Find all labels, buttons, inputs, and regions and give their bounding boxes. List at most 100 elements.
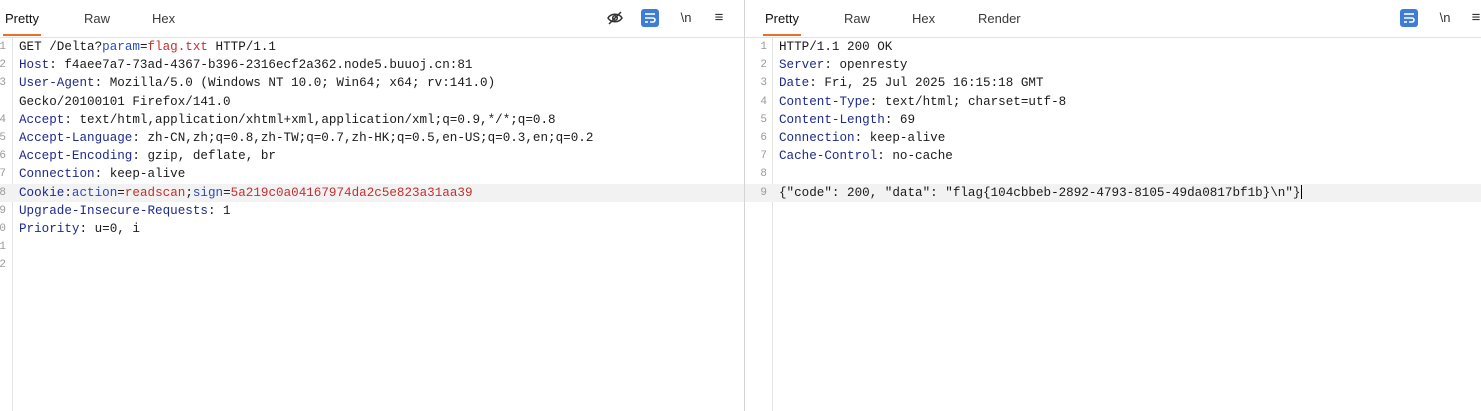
request-line-text: Accept-Language: zh-CN,zh;q=0.8,zh-TW;q=… <box>19 129 593 147</box>
response-lines: 1 HTTP/1.1 200 OK 2 Server: openresty 3 Date:… <box>745 38 1481 202</box>
request-text-segment: : Mozilla/5.0 (Windows NT 10.0; Win64; x… <box>94 76 496 91</box>
request-text-segment: : gzip, deflate, br <box>132 149 276 164</box>
request-line-text: Upgrade-Insecure-Requests: 1 <box>19 202 231 220</box>
response-line[interactable]: 6 Connection: keep-alive <box>745 129 1481 147</box>
response-text-segment: : 69 <box>884 112 916 127</box>
request-param-value: flag.txt <box>147 40 208 54</box>
request-text-segment: : zh-CN,zh;q=0.8,zh-TW;q=0.7,zh-HK;q=0.5… <box>132 130 594 145</box>
response-text-segment: {"code": 200, "data": "flag{104cbbeb-289… <box>779 185 1301 200</box>
response-line-number: 3 <box>760 77 767 90</box>
response-wrap-lines-icon[interactable] <box>1400 9 1418 27</box>
request-line-number: 9 <box>0 204 6 217</box>
response-menu-icon[interactable]: ≡ <box>1470 9 1481 27</box>
request-header-name: Connection <box>19 167 95 182</box>
hide-nonprintable-icon[interactable] <box>606 9 624 27</box>
response-newline-toggle[interactable]: \n <box>1437 9 1453 27</box>
response-line[interactable]: 3 Date: Fri, 25 Jul 2025 16:15:18 GMT <box>745 74 1481 92</box>
request-header-name: Accept-Encoding <box>19 149 133 164</box>
request-line[interactable]: 3 User-Agent: Mozilla/5.0 (Windows NT 10.… <box>0 74 744 92</box>
request-newline-toggle[interactable]: \n <box>678 9 694 27</box>
response-line[interactable]: 8 <box>745 165 1481 183</box>
response-line-number: 5 <box>760 113 767 126</box>
request-line[interactable]: 6 Accept-Encoding: gzip, deflate, br <box>0 147 744 165</box>
request-line-text: Gecko/20100101 Firefox/141.0 <box>19 93 231 111</box>
response-line[interactable]: 5 Content-Length: 69 <box>745 111 1481 129</box>
request-line[interactable]: 2 Host: f4aee7a7-73ad-4367-b396-2316ecf2a… <box>0 56 744 74</box>
request-header-name: Accept-Language <box>19 130 133 145</box>
request-tab-bar: Pretty Raw Hex \n ≡ <box>0 0 744 38</box>
request-line[interactable]: Gecko/20100101 Firefox/141.0 <box>0 93 744 111</box>
request-line-number: 2 <box>0 259 6 272</box>
request-tab-pretty[interactable]: Pretty <box>3 0 41 36</box>
request-line-text: Accept-Encoding: gzip, deflate, br <box>19 147 276 165</box>
response-text-segment: : openresty <box>824 58 908 73</box>
request-tab-raw[interactable]: Raw <box>84 0 110 36</box>
response-line-number: 2 <box>760 59 767 72</box>
request-line[interactable]: 0 Priority: u=0, i <box>0 220 744 238</box>
request-line[interactable]: 1 GET /Delta?param=flag.txt HTTP/1.1 <box>0 38 744 56</box>
response-header-name: Content-Length <box>779 112 885 127</box>
request-text-segment: = <box>139 40 148 54</box>
request-line[interactable]: 1 <box>0 238 744 256</box>
request-text-segment: = <box>223 185 231 200</box>
request-editor[interactable]: 1 GET /Delta?param=flag.txt HTTP/1.1 2 Host… <box>0 37 744 411</box>
request-line[interactable]: 9 Upgrade-Insecure-Requests: 1 <box>0 202 744 220</box>
request-line-number: 3 <box>0 77 6 90</box>
request-line-number: 0 <box>0 222 6 235</box>
response-line[interactable]: 9 {"code": 200, "data": "flag{104cbbeb-28… <box>745 183 1481 202</box>
response-tab-hex[interactable]: Hex <box>912 0 935 36</box>
response-line-text: Cache-Control: no-cache <box>779 147 953 165</box>
response-tab-raw[interactable]: Raw <box>844 0 870 36</box>
request-menu-icon[interactable]: ≡ <box>712 9 726 27</box>
request-text-segment: : text/html,application/xhtml+xml,applic… <box>64 112 556 127</box>
response-text-segment: : keep-alive <box>854 130 946 145</box>
response-line-text: HTTP/1.1 200 OK <box>779 38 892 56</box>
response-line-text: Content-Type: text/html; charset=utf-8 <box>779 93 1066 111</box>
response-header-name: Server <box>779 58 825 73</box>
request-line-number: 4 <box>0 113 6 126</box>
response-line[interactable]: 2 Server: openresty <box>745 56 1481 74</box>
request-text-segment: : 1 <box>207 203 231 218</box>
request-line-text: Accept: text/html,application/xhtml+xml,… <box>19 111 556 129</box>
request-line-text: Host: f4aee7a7-73ad-4367-b396-2316ecf2a3… <box>19 56 472 74</box>
response-tab-render[interactable]: Render <box>978 0 1021 36</box>
request-line[interactable]: 7 Connection: keep-alive <box>0 165 744 186</box>
request-line[interactable]: 2 <box>0 256 744 274</box>
request-line-text: Connection: keep-alive <box>19 165 186 186</box>
response-line[interactable]: 7 Cache-Control: no-cache <box>745 147 1481 165</box>
request-line-number: 8 <box>0 186 6 199</box>
response-line[interactable]: 1 HTTP/1.1 200 OK <box>745 38 1481 56</box>
response-header-name: Content-Type <box>779 94 870 109</box>
request-line[interactable]: 5 Accept-Language: zh-CN,zh;q=0.8,zh-TW;q… <box>0 129 744 147</box>
response-text-segment: : Fri, 25 Jul 2025 16:15:18 GMT <box>809 76 1044 91</box>
request-line-text: Priority: u=0, i <box>19 220 140 238</box>
response-line[interactable]: 4 Content-Type: text/html; charset=utf-8 <box>745 93 1481 111</box>
request-tab-hex[interactable]: Hex <box>152 0 175 36</box>
request-line[interactable]: 4 Accept: text/html,application/xhtml+xml… <box>0 111 744 129</box>
response-text-cursor <box>1301 185 1303 200</box>
response-line-text: Content-Length: 69 <box>779 111 915 129</box>
response-editor[interactable]: 1 HTTP/1.1 200 OK 2 Server: openresty 3 Date:… <box>745 37 1481 411</box>
request-line-text: User-Agent: Mozilla/5.0 (Windows NT 10.0… <box>19 74 495 92</box>
request-line-number: 1 <box>0 241 6 254</box>
response-text-segment: : no-cache <box>877 149 953 164</box>
response-header-name: Connection <box>779 130 855 145</box>
request-param-name: param <box>102 40 140 54</box>
response-header-name: Date <box>779 76 810 91</box>
request-wrap-lines-icon[interactable] <box>641 9 659 27</box>
request-header-name: Host <box>19 58 50 73</box>
request-text-segment: ; <box>185 185 193 200</box>
response-pane: Pretty Raw Hex Render \n ≡ 1 HTTP/1.1 200… <box>745 0 1481 411</box>
request-line-number: 7 <box>0 168 6 181</box>
request-pane: Pretty Raw Hex \n ≡ 1 GET /Delta?param=fl… <box>0 0 745 411</box>
request-header-name: Priority <box>19 221 80 236</box>
request-text-segment: : <box>64 185 72 200</box>
response-line-number: 8 <box>760 168 767 181</box>
response-text-segment: HTTP/1.1 200 OK <box>779 40 893 54</box>
request-text-segment: : u=0, i <box>79 221 140 236</box>
response-line-text: Date: Fri, 25 Jul 2025 16:15:18 GMT <box>779 74 1044 92</box>
request-line-number: 5 <box>0 131 6 144</box>
request-line[interactable]: 8 Cookie:action=readscan;sign=5a219c0a041… <box>0 183 744 202</box>
response-tab-pretty[interactable]: Pretty <box>763 0 801 36</box>
request-header-name: Upgrade-Insecure-Requests <box>19 203 208 218</box>
